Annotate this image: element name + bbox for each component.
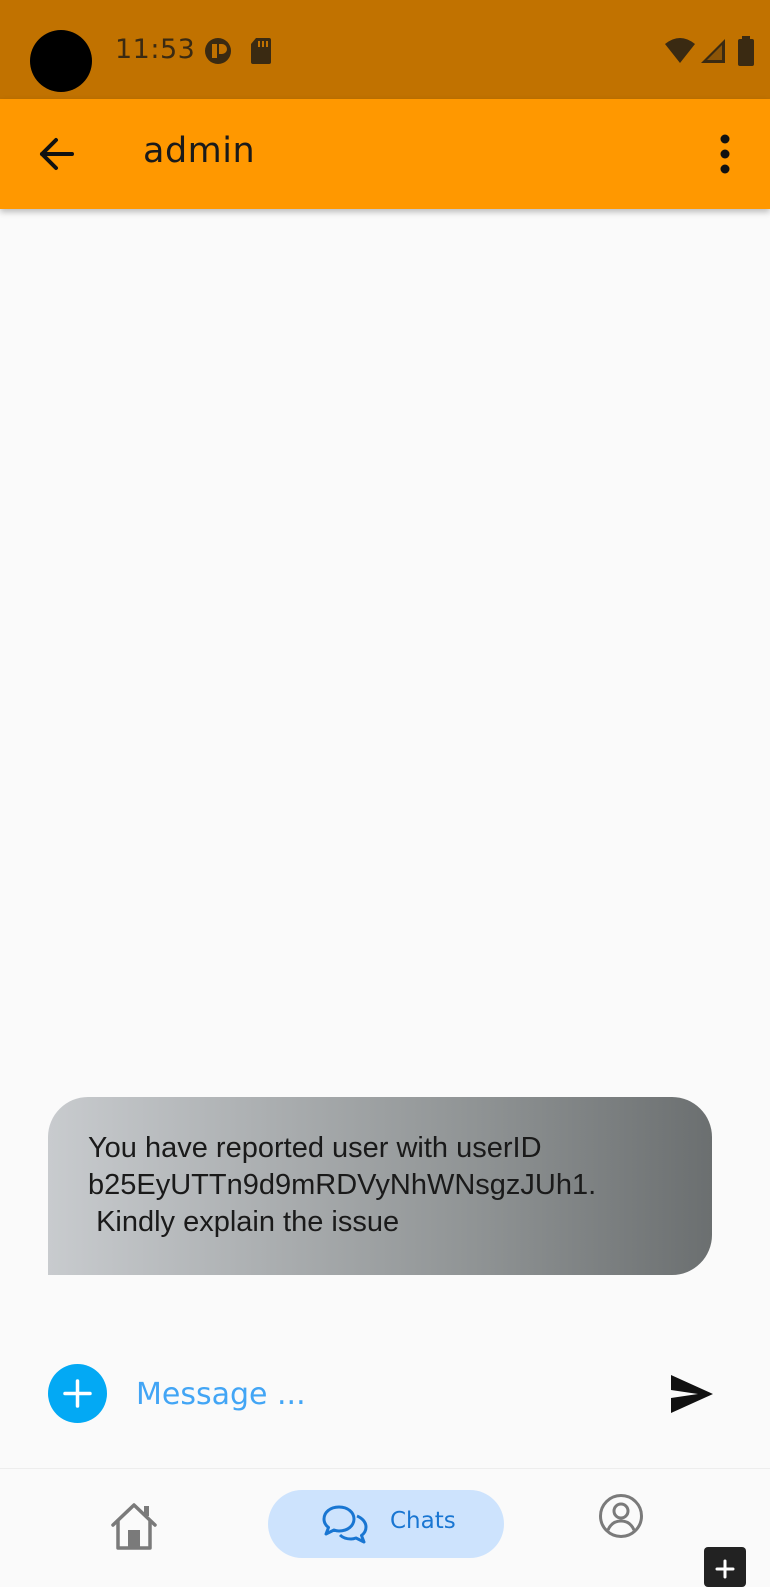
notification-app-icon: [205, 38, 231, 64]
more-options-button[interactable]: [708, 129, 742, 179]
account-circle-icon: [599, 1494, 643, 1538]
back-button[interactable]: [32, 129, 82, 179]
nav-chats[interactable]: Chats: [268, 1490, 504, 1558]
floating-add-button[interactable]: [704, 1547, 746, 1587]
arrow-left-icon: [40, 138, 74, 170]
nav-home[interactable]: [106, 1497, 162, 1553]
sd-card-icon: [251, 38, 271, 64]
status-bar: 11:53: [0, 0, 770, 99]
wifi-icon: [665, 38, 695, 63]
attach-button[interactable]: [48, 1364, 107, 1423]
home-icon: [111, 1503, 157, 1550]
nav-chats-label: Chats: [390, 1508, 456, 1534]
more-vertical-icon: [720, 134, 730, 174]
message-text: You have reported user with userID b25Ey…: [88, 1132, 597, 1238]
bottom-navigation: Chats: [0, 1468, 770, 1580]
plus-icon: [715, 1559, 735, 1579]
send-button[interactable]: [668, 1370, 716, 1418]
status-time: 11:53: [115, 34, 196, 65]
app-bar: admin: [0, 99, 770, 209]
plus-icon: [63, 1379, 92, 1408]
cellular-signal-icon: [701, 39, 725, 63]
message-bubble: You have reported user with userID b25Ey…: [48, 1097, 712, 1275]
battery-icon: [738, 36, 754, 66]
camera-cutout: [30, 30, 92, 92]
chat-bubbles-icon: [322, 1505, 368, 1544]
chat-title: admin: [143, 131, 256, 171]
nav-profile[interactable]: [598, 1493, 644, 1539]
send-icon: [671, 1375, 713, 1413]
message-composer: [0, 1298, 770, 1468]
message-input[interactable]: [132, 1368, 640, 1420]
